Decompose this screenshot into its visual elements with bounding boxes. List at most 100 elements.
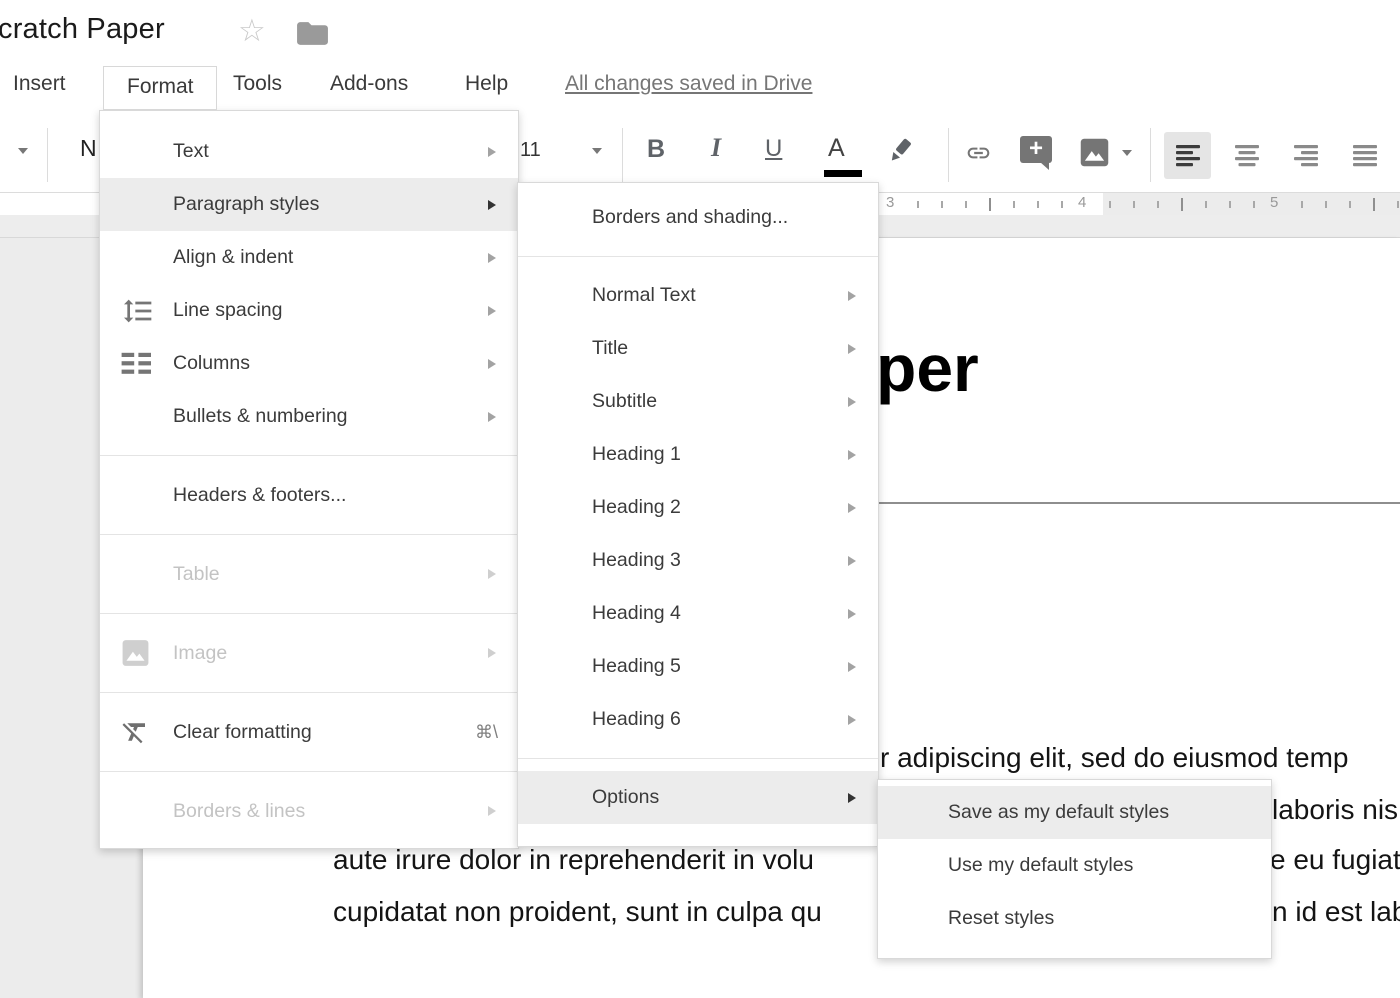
caret-down-icon[interactable] xyxy=(18,148,28,154)
menu-tools[interactable]: Tools xyxy=(233,72,282,96)
document-text-line: laboris nis xyxy=(1272,794,1398,826)
submenu-arrow-icon xyxy=(848,793,856,803)
menu-item-heading-2[interactable]: Heading 2 xyxy=(518,481,878,534)
paragraph-style-selector[interactable]: N xyxy=(80,135,97,162)
toolbar-separator xyxy=(948,128,949,182)
format-menu: Text Paragraph styles Align & indent Lin… xyxy=(99,110,519,849)
menu-item-paragraph-styles[interactable]: Paragraph styles xyxy=(100,178,518,231)
submenu-arrow-icon xyxy=(848,291,856,301)
shortcut-label: ⌘\ xyxy=(475,722,498,743)
menu-divider xyxy=(100,534,518,535)
submenu-arrow-icon xyxy=(848,397,856,407)
insert-image-icon[interactable] xyxy=(1078,136,1111,169)
submenu-arrow-icon xyxy=(848,344,856,354)
menu-insert[interactable]: Insert xyxy=(13,72,66,96)
menu-item-heading-5[interactable]: Heading 5 xyxy=(518,640,878,693)
menu-item-borders-shading[interactable]: Borders and shading... xyxy=(518,191,878,244)
text-color-swatch xyxy=(824,170,862,177)
document-text-line: cupidatat non proident, sunt in culpa qu xyxy=(333,896,822,928)
menu-format[interactable]: Format xyxy=(103,66,217,110)
align-right-icon[interactable] xyxy=(1282,132,1329,179)
align-left-icon[interactable] xyxy=(1164,132,1211,179)
document-text-line: n id est lab xyxy=(1272,896,1400,928)
submenu-arrow-icon xyxy=(488,359,496,369)
submenu-arrow-icon xyxy=(488,806,496,816)
highlighter-icon[interactable] xyxy=(884,136,914,166)
menu-item-borders-lines: Borders & lines xyxy=(100,784,518,838)
insert-comment-icon[interactable]: + xyxy=(1020,136,1052,163)
submenu-arrow-icon xyxy=(488,306,496,316)
menu-addons[interactable]: Add-ons xyxy=(330,72,408,96)
submenu-arrow-icon xyxy=(848,556,856,566)
menu-item-text[interactable]: Text xyxy=(100,125,518,178)
italic-button[interactable]: I xyxy=(711,133,721,163)
toolbar-separator xyxy=(622,128,623,182)
menu-item-clear-formatting[interactable]: Clear formatting ⌘\ xyxy=(100,705,518,759)
submenu-arrow-icon xyxy=(488,648,496,658)
columns-icon xyxy=(120,350,154,378)
menu-item-columns[interactable]: Columns xyxy=(100,337,518,390)
ruler-number: 5 xyxy=(1266,194,1282,211)
toolbar-separator xyxy=(1150,128,1151,182)
insert-link-icon[interactable] xyxy=(961,140,996,166)
submenu-arrow-icon xyxy=(488,200,496,210)
clear-formatting-icon xyxy=(120,717,150,747)
menu-divider xyxy=(100,692,518,693)
image-icon xyxy=(120,638,151,669)
font-size-caret-icon[interactable] xyxy=(592,148,602,154)
menu-item-table: Table xyxy=(100,547,518,601)
menu-item-heading-4[interactable]: Heading 4 xyxy=(518,587,878,640)
align-center-icon[interactable] xyxy=(1223,132,1270,179)
menu-item-options[interactable]: Options xyxy=(518,771,878,824)
line-spacing-icon xyxy=(120,295,156,327)
underline-button[interactable]: U xyxy=(765,135,782,163)
menu-item-use-default-styles[interactable]: Use my default styles xyxy=(878,839,1271,892)
menu-divider xyxy=(100,613,518,614)
menu-item-line-spacing[interactable]: Line spacing xyxy=(100,284,518,337)
star-icon[interactable]: ☆ xyxy=(238,14,266,48)
align-justify-icon[interactable] xyxy=(1341,132,1388,179)
document-title[interactable]: cratch Paper xyxy=(0,13,165,46)
menu-item-image: Image xyxy=(100,626,518,680)
google-docs-window: cratch Paper ☆ Insert Format Tools Add-o… xyxy=(0,0,1400,998)
menu-item-headers-footers[interactable]: Headers & footers... xyxy=(100,468,518,522)
document-text-line: e eu fugiat xyxy=(1270,844,1400,876)
menu-divider xyxy=(518,758,878,759)
menu-item-align-indent[interactable]: Align & indent xyxy=(100,231,518,284)
options-menu: Save as my default styles Use my default… xyxy=(877,779,1272,959)
submenu-arrow-icon xyxy=(488,569,496,579)
toolbar-separator xyxy=(47,128,48,182)
menu-item-heading-6[interactable]: Heading 6 xyxy=(518,693,878,746)
menu-divider xyxy=(100,455,518,456)
submenu-arrow-icon xyxy=(488,147,496,157)
saved-status-link[interactable]: All changes saved in Drive xyxy=(565,72,812,96)
menu-item-heading-3[interactable]: Heading 3 xyxy=(518,534,878,587)
ruler-number: 4 xyxy=(1074,194,1090,211)
document-text-line: r adipiscing elit, sed do eiusmod temp xyxy=(880,742,1348,774)
menu-item-subtitle[interactable]: Subtitle xyxy=(518,375,878,428)
bold-button[interactable]: B xyxy=(647,135,665,164)
document-heading-fragment: per xyxy=(876,330,979,406)
submenu-arrow-icon xyxy=(488,412,496,422)
submenu-arrow-icon xyxy=(488,253,496,263)
menu-item-save-default-styles[interactable]: Save as my default styles xyxy=(878,786,1271,839)
submenu-arrow-icon xyxy=(848,503,856,513)
menu-item-normal-text[interactable]: Normal Text xyxy=(518,269,878,322)
folder-icon[interactable] xyxy=(295,19,330,48)
menu-item-bullets-numbering[interactable]: Bullets & numbering xyxy=(100,390,518,443)
paragraph-styles-menu: Borders and shading... Normal Text Title… xyxy=(517,182,879,847)
ruler-number: 3 xyxy=(882,194,898,211)
submenu-arrow-icon xyxy=(848,715,856,725)
submenu-arrow-icon xyxy=(848,609,856,619)
submenu-arrow-icon xyxy=(848,662,856,672)
menu-item-reset-styles[interactable]: Reset styles xyxy=(878,892,1271,945)
menu-item-title[interactable]: Title xyxy=(518,322,878,375)
menu-divider xyxy=(518,256,878,257)
menu-item-heading-1[interactable]: Heading 1 xyxy=(518,428,878,481)
submenu-arrow-icon xyxy=(848,450,856,460)
menu-divider xyxy=(100,771,518,772)
font-size-value[interactable]: 11 xyxy=(520,139,541,162)
text-color-button[interactable]: A xyxy=(828,134,845,163)
menu-help[interactable]: Help xyxy=(465,72,508,96)
insert-image-caret-icon[interactable] xyxy=(1122,150,1132,156)
